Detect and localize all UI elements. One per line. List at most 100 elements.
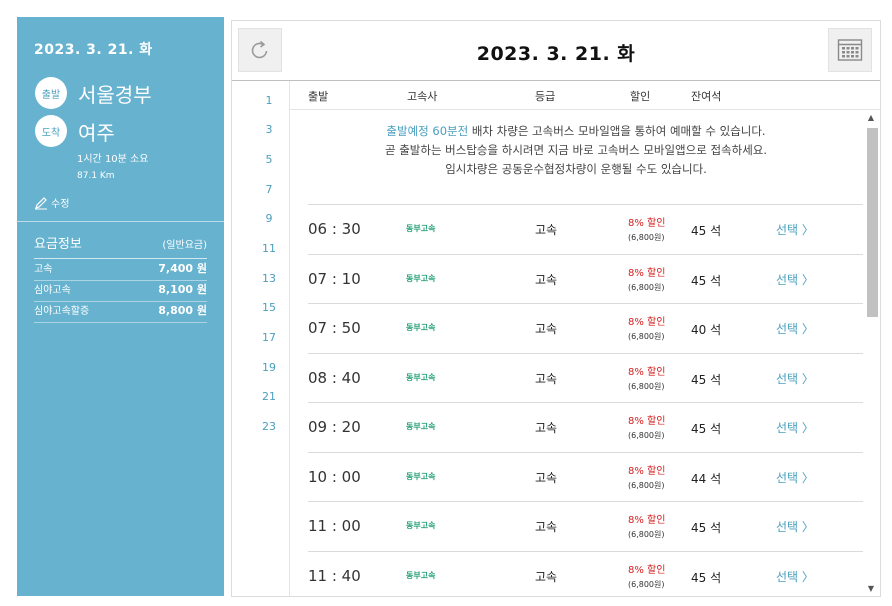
travel-duration: 1시간 10분 소요 xyxy=(77,154,149,165)
route-summary-panel: 2023. 3. 21. 화 출발 서울경부 도착 여주 1시간 10분 소요 … xyxy=(17,17,224,596)
bus-grade: 고속 xyxy=(535,421,558,435)
edit-label: 수정 xyxy=(51,199,70,210)
notice-text: 출발예정 60분전 배차 차량은 고속버스 모바일앱을 통하여 예매할 수 있습… xyxy=(290,122,862,179)
select-button[interactable]: 선택 〉 xyxy=(776,271,814,288)
timetable-header: 2023. 3. 21. 화 xyxy=(232,21,880,81)
select-button[interactable]: 선택 〉 xyxy=(776,320,814,337)
select-button[interactable]: 선택 〉 xyxy=(776,370,814,387)
scrollbar[interactable]: ▲ ▼ xyxy=(864,111,878,594)
bus-company: 동부고속 xyxy=(406,472,436,481)
discount-price: (6,800원) xyxy=(628,580,665,589)
bus-grade: 고속 xyxy=(535,372,558,386)
remaining-seats: 45 석 xyxy=(691,274,722,288)
schedule-row[interactable]: 10 : 00 동부고속 고속 8% 할인 (6,800원) 44 석 선택 〉 xyxy=(308,452,863,502)
calendar-icon xyxy=(837,39,863,61)
discount-rate: 8% 할인 xyxy=(628,416,666,427)
fare-label: 심야고속할증 xyxy=(34,306,90,317)
column-header-row: 출발 고속사 등급 할인 잔여석 xyxy=(290,81,880,110)
fare-row: 심야고속할증 8,800 원 xyxy=(34,302,207,323)
discount-price: (6,800원) xyxy=(628,283,665,292)
hour-link[interactable]: 19 xyxy=(232,361,306,374)
remaining-seats: 44 석 xyxy=(691,472,722,486)
notice-line2: 곧 출발하는 버스탑승을 하시려면 지금 바로 고속버스 모바일앱으로 접속하세… xyxy=(384,143,768,157)
bus-grade: 고속 xyxy=(535,520,558,534)
remaining-seats: 45 석 xyxy=(691,422,722,436)
remaining-seats: 45 석 xyxy=(691,521,722,535)
discount-price: (6,800원) xyxy=(628,530,665,539)
summary-date: 2023. 3. 21. 화 xyxy=(34,42,153,58)
fare-info-header: 요금정보 (일반요금) xyxy=(34,233,207,259)
departure-badge: 출발 xyxy=(35,77,67,109)
schedule-row[interactable]: 07 : 50 동부고속 고속 8% 할인 (6,800원) 40 석 선택 〉 xyxy=(308,303,863,353)
depart-time: 11 : 00 xyxy=(308,517,361,535)
hour-link[interactable]: 7 xyxy=(232,183,306,196)
col-discount: 할인 xyxy=(630,90,651,103)
scroll-down-arrow[interactable]: ▼ xyxy=(864,584,878,593)
hour-link[interactable]: 15 xyxy=(232,301,306,314)
selected-date: 2023. 3. 21. 화 xyxy=(476,43,636,65)
discount-price: (6,800원) xyxy=(628,481,665,490)
scroll-up-arrow[interactable]: ▲ xyxy=(864,113,878,122)
hour-link[interactable]: 13 xyxy=(232,272,306,285)
fare-row: 심야고속 8,100 원 xyxy=(34,281,207,302)
bus-company: 동부고속 xyxy=(406,571,436,580)
bus-grade: 고속 xyxy=(535,223,558,237)
depart-time: 06 : 30 xyxy=(308,220,361,238)
depart-time: 11 : 40 xyxy=(308,567,361,585)
bus-grade: 고속 xyxy=(535,273,558,287)
bus-grade: 고속 xyxy=(535,471,558,485)
bus-company: 동부고속 xyxy=(406,274,436,283)
notice-line1: 배차 차량은 고속버스 모바일앱을 통하여 예매할 수 있습니다. xyxy=(468,124,766,138)
col-grade: 등급 xyxy=(535,90,556,103)
travel-distance: 87.1 Km xyxy=(77,171,115,181)
hour-link[interactable]: 17 xyxy=(232,331,306,344)
discount-rate: 8% 할인 xyxy=(628,218,666,229)
edit-route-button[interactable]: 수정 xyxy=(34,195,69,210)
select-button[interactable]: 선택 〉 xyxy=(776,518,814,535)
discount-price: (6,800원) xyxy=(628,233,665,242)
hour-link[interactable]: 9 xyxy=(232,212,306,225)
fare-title: 요금정보 xyxy=(34,237,82,252)
discount-rate: 8% 할인 xyxy=(628,367,666,378)
schedule-row[interactable]: 07 : 10 동부고속 고속 8% 할인 (6,800원) 45 석 선택 〉 xyxy=(308,254,863,304)
schedule-row[interactable]: 11 : 40 동부고속 고속 8% 할인 (6,800원) 45 석 선택 〉 xyxy=(308,551,863,601)
pencil-icon xyxy=(35,196,47,209)
departure-row: 출발 서울경부 xyxy=(35,77,152,109)
schedule-row[interactable]: 09 : 20 동부고속 고속 8% 할인 (6,800원) 45 석 선택 〉 xyxy=(308,402,863,452)
timetable-panel: 2023. 3. 21. 화 1 3 5 7 9 11 13 15 17 19 … xyxy=(231,20,881,597)
discount-price: (6,800원) xyxy=(628,431,665,440)
discount-rate: 8% 할인 xyxy=(628,268,666,279)
depart-time: 08 : 40 xyxy=(308,369,361,387)
discount-price: (6,800원) xyxy=(628,382,665,391)
hour-link[interactable]: 21 xyxy=(232,390,306,403)
hour-link[interactable]: 11 xyxy=(232,242,306,255)
schedule-row[interactable]: 08 : 40 동부고속 고속 8% 할인 (6,800원) 45 석 선택 〉 xyxy=(308,353,863,403)
select-button[interactable]: 선택 〉 xyxy=(776,221,814,238)
bus-company: 동부고속 xyxy=(406,224,436,233)
bus-company: 동부고속 xyxy=(406,422,436,431)
bus-company: 동부고속 xyxy=(406,521,436,530)
remaining-seats: 45 석 xyxy=(691,373,722,387)
col-company: 고속사 xyxy=(407,90,438,103)
bus-grade: 고속 xyxy=(535,570,558,584)
select-button[interactable]: 선택 〉 xyxy=(776,568,814,585)
fare-price: 8,100 원 xyxy=(158,283,207,296)
bus-company: 동부고속 xyxy=(406,373,436,382)
discount-rate: 8% 할인 xyxy=(628,317,666,328)
schedule-row[interactable]: 06 : 30 동부고속 고속 8% 할인 (6,800원) 45 석 선택 〉 xyxy=(308,204,863,254)
hour-index: 1 3 5 7 9 11 13 15 17 19 21 23 xyxy=(232,81,290,596)
select-button[interactable]: 선택 〉 xyxy=(776,469,814,486)
col-depart: 출발 xyxy=(308,90,329,103)
discount-price: (6,800원) xyxy=(628,332,665,341)
depart-time: 09 : 20 xyxy=(308,418,361,436)
bus-grade: 고속 xyxy=(535,322,558,336)
depart-time: 07 : 10 xyxy=(308,270,361,288)
hour-link[interactable]: 23 xyxy=(232,420,306,433)
discount-rate: 8% 할인 xyxy=(628,565,666,576)
remaining-seats: 45 석 xyxy=(691,571,722,585)
schedule-row[interactable]: 11 : 00 동부고속 고속 8% 할인 (6,800원) 45 석 선택 〉 xyxy=(308,501,863,551)
scrollbar-thumb[interactable] xyxy=(867,128,878,317)
notice-highlight: 출발예정 60분전 xyxy=(386,124,469,138)
select-button[interactable]: 선택 〉 xyxy=(776,419,814,436)
calendar-button[interactable] xyxy=(828,28,872,72)
